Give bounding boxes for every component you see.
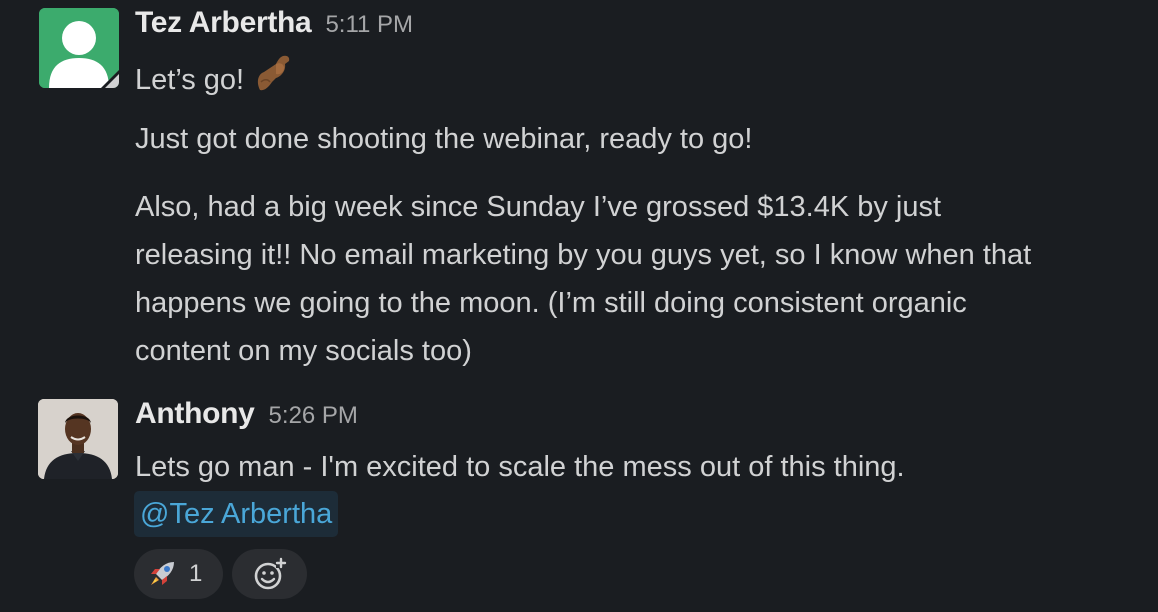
- default-user-avatar-icon: [39, 8, 119, 88]
- message-text: Lets go man - I'm excited to scale the m…: [135, 451, 905, 483]
- message-paragraph: content on my socials too): [135, 335, 472, 367]
- message-paragraph: Also, had a big week since Sunday I’ve g…: [135, 191, 942, 223]
- message-line: Let’s go!: [135, 52, 1155, 111]
- profile-photo: [38, 399, 118, 479]
- message-paragraph: releasing it!! No email marketing by you…: [135, 239, 1032, 271]
- message-header: Tez Arbertha 5:11 PM: [135, 6, 413, 40]
- timestamp[interactable]: 5:11 PM: [325, 11, 413, 38]
- author-name[interactable]: Anthony: [135, 397, 255, 430]
- avatar[interactable]: [38, 399, 118, 479]
- reaction-rocket[interactable]: 1: [134, 549, 223, 599]
- add-reaction-button[interactable]: [232, 549, 307, 599]
- message-paragraph: happens we going to the moon. (I’m still…: [135, 287, 967, 319]
- message-paragraph: Just got done shooting the webinar, read…: [135, 123, 753, 155]
- flexed-biceps-icon: [252, 52, 296, 111]
- author-name[interactable]: Tez Arbertha: [135, 6, 312, 39]
- message-header: Anthony 5:26 PM: [135, 397, 358, 431]
- avatar[interactable]: [39, 8, 119, 88]
- user-mention[interactable]: @Tez Arbertha: [134, 491, 339, 537]
- rocket-icon: [147, 559, 177, 589]
- reaction-count: 1: [189, 560, 203, 587]
- message-text: Let’s go!: [135, 64, 245, 97]
- add-reaction-icon: [252, 556, 288, 592]
- timestamp[interactable]: 5:26 PM: [269, 402, 358, 429]
